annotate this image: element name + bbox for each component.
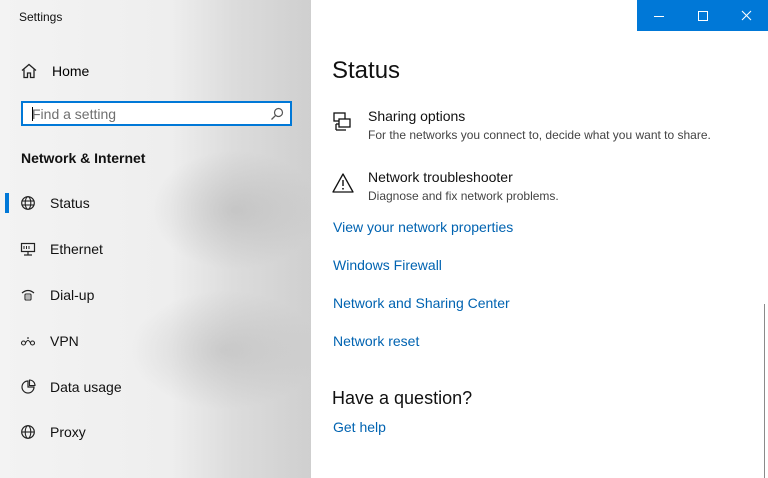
option-description: For the networks you connect to, decide … (368, 128, 711, 142)
sidebar-item-vpn[interactable]: VPN (0, 323, 311, 359)
close-icon (741, 10, 752, 21)
title-bar-controls (637, 0, 768, 31)
network-reset-link[interactable]: Network reset (333, 333, 419, 349)
vpn-icon (20, 337, 36, 346)
search-box[interactable] (21, 101, 292, 126)
sidebar-item-data-usage[interactable]: Data usage (0, 369, 311, 405)
minimize-button[interactable] (637, 0, 680, 31)
get-help-link[interactable]: Get help (333, 419, 386, 435)
network-sharing-center-link[interactable]: Network and Sharing Center (333, 295, 510, 311)
active-indicator (5, 193, 9, 213)
page-title: Status (332, 57, 401, 84)
sidebar-item-label: Status (50, 195, 90, 211)
home-icon (21, 63, 37, 79)
sidebar: Settings Home Network & Internet Status (0, 0, 320, 478)
sidebar-item-label: Proxy (50, 424, 86, 440)
sharing-icon (333, 112, 351, 131)
search-icon[interactable] (270, 107, 284, 121)
windows-firewall-link[interactable]: Windows Firewall (333, 257, 442, 273)
option-title: Sharing options (368, 108, 466, 124)
close-button[interactable] (725, 0, 768, 31)
option-title: Network troubleshooter (368, 169, 513, 185)
sidebar-item-dial-up[interactable]: Dial-up (0, 277, 311, 313)
home-nav-item[interactable]: Home (20, 60, 89, 82)
sidebar-item-proxy[interactable]: Proxy (0, 414, 311, 450)
window-title: Settings (19, 10, 63, 24)
home-label: Home (52, 63, 90, 79)
sidebar-item-ethernet[interactable]: Ethernet (0, 231, 311, 267)
text-caret (32, 107, 33, 121)
ethernet-icon (20, 242, 36, 256)
search-input[interactable] (23, 105, 270, 122)
sidebar-item-label: Dial-up (50, 287, 95, 303)
sidebar-item-label: Data usage (50, 379, 122, 395)
warning-icon (332, 173, 354, 193)
globe-icon (21, 196, 35, 210)
dialup-icon (21, 289, 35, 301)
sidebar-item-label: Ethernet (50, 241, 103, 257)
view-network-properties-link[interactable]: View your network properties (333, 219, 513, 235)
question-heading: Have a question? (332, 388, 473, 408)
section-title: Network & Internet (21, 150, 146, 166)
sidebar-item-label: VPN (50, 333, 79, 349)
maximize-icon (698, 11, 708, 21)
maximize-button[interactable] (681, 0, 724, 31)
sidebar-item-status[interactable]: Status (0, 185, 311, 221)
data-usage-icon (21, 379, 36, 394)
option-description: Diagnose and fix network problems. (368, 189, 559, 203)
scrollbar[interactable] (764, 304, 765, 478)
minimize-icon (654, 16, 664, 17)
proxy-icon (21, 425, 35, 439)
